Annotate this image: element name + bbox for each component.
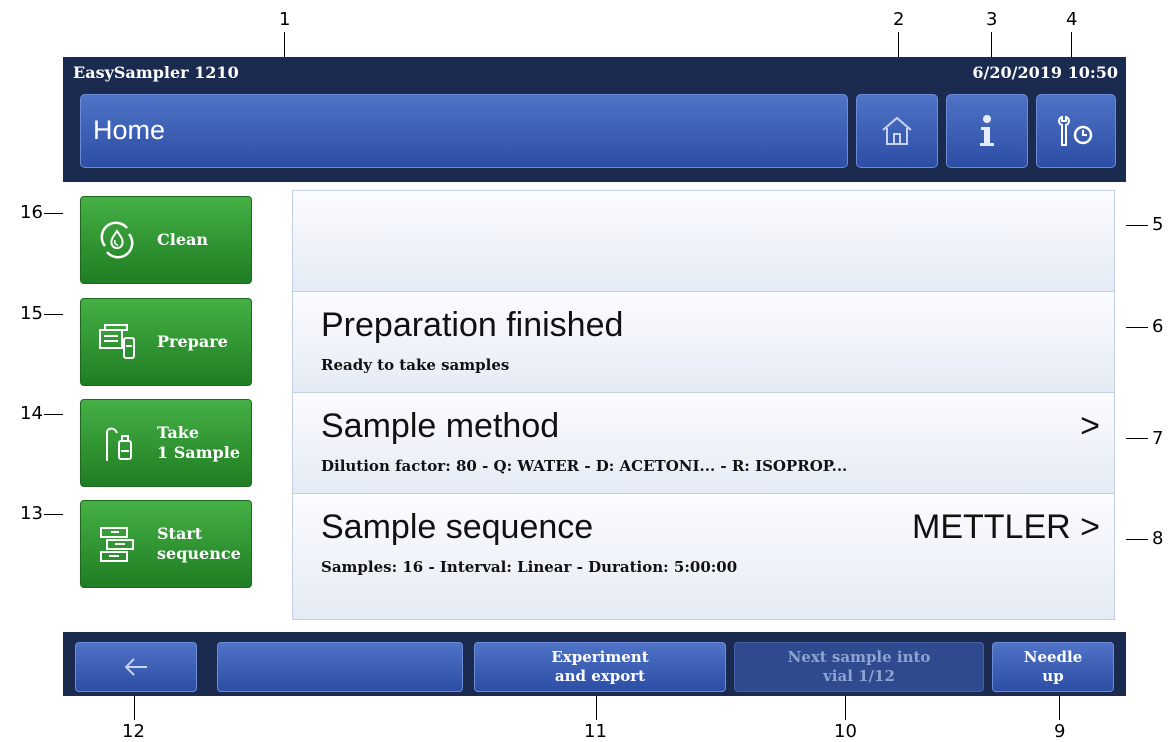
device-screen: EasySampler 1210 6/20/2019 10:50 Home Cl… — [63, 57, 1126, 696]
take-sample-icon — [106, 427, 132, 461]
experiment-export-button[interactable]: Experiment and export — [474, 642, 726, 692]
needle-line2: up — [1042, 667, 1064, 685]
sample-sequence-row[interactable]: Sample sequence METTLER > Samples: 16 - … — [293, 494, 1114, 619]
sample-sequence-value: METTLER > — [912, 508, 1100, 546]
next-line2: vial 1/12 — [823, 667, 895, 685]
arrow-left-icon — [124, 658, 147, 676]
info-panel: Preparation finished Ready to take sampl… — [292, 190, 1115, 620]
take-sample-line2: 1 Sample — [157, 443, 240, 462]
back-button[interactable] — [75, 642, 197, 692]
callout-4: 4 — [1066, 9, 1078, 30]
callout-12: 12 — [122, 721, 145, 742]
app-name: EasySampler 1210 — [73, 63, 239, 82]
clean-button[interactable]: Clean — [80, 196, 252, 284]
bottom-bar: Experiment and export Next sample into v… — [63, 632, 1126, 696]
sample-sequence-title: Sample sequence — [321, 508, 594, 546]
callout-2: 2 — [893, 9, 905, 30]
home-button[interactable] — [856, 94, 938, 168]
callout-1: 1 — [279, 9, 291, 30]
preparation-title: Preparation finished — [321, 306, 624, 344]
sample-sequence-details: Samples: 16 - Interval: Linear - Duratio… — [321, 558, 738, 576]
take-sample-button[interactable]: Take 1 Sample — [80, 399, 252, 487]
wrench-clock-icon — [1058, 115, 1093, 146]
prepare-icon — [99, 324, 135, 359]
take-sample-line1: Take — [157, 423, 200, 442]
take-sample-label: Take 1 Sample — [157, 423, 240, 463]
sample-method-title: Sample method — [321, 407, 560, 445]
prepare-button[interactable]: Prepare — [80, 298, 252, 386]
empty-button[interactable] — [217, 642, 463, 692]
callout-13: 13 — [20, 503, 43, 524]
page-title: Home — [93, 115, 166, 145]
needle-line1: Needle — [1023, 648, 1083, 666]
callout-7: 7 — [1152, 428, 1164, 449]
experiment-export-label: Experiment and export — [475, 648, 725, 686]
export-line2: and export — [554, 667, 646, 685]
prepare-label: Prepare — [157, 332, 228, 351]
info-button[interactable] — [946, 94, 1028, 168]
status-bar: EasySampler 1210 6/20/2019 10:50 — [63, 57, 1126, 89]
next-sample-button[interactable]: Next sample into vial 1/12 — [734, 642, 984, 692]
export-line1: Experiment — [551, 648, 649, 666]
chevron-right-icon: > — [1080, 407, 1100, 445]
callout-10: 10 — [834, 721, 857, 742]
callout-9: 9 — [1054, 721, 1066, 742]
preparation-row: Preparation finished Ready to take sampl… — [293, 292, 1114, 393]
main-content: Clean Prepare Take 1 Sample Start sequen… — [63, 182, 1126, 632]
settings-button[interactable] — [1036, 94, 1116, 168]
start-sequence-button[interactable]: Start sequence — [80, 500, 252, 588]
callout-6: 6 — [1152, 316, 1164, 337]
home-icon — [882, 116, 912, 145]
needle-up-label: Needle up — [993, 648, 1113, 686]
next-line1: Next sample into — [787, 648, 931, 666]
datetime: 6/20/2019 10:50 — [972, 63, 1118, 82]
sequence-icon — [100, 527, 134, 562]
callout-14: 14 — [20, 403, 43, 424]
callout-8: 8 — [1152, 528, 1164, 549]
clean-cycle-icon — [100, 221, 134, 259]
next-sample-label: Next sample into vial 1/12 — [735, 648, 983, 686]
sample-method-details: Dilution factor: 80 - Q: WATER - D: ACET… — [321, 457, 848, 475]
start-sequence-line2: sequence — [157, 544, 241, 563]
callout-15: 15 — [20, 303, 43, 324]
callout-11: 11 — [584, 721, 607, 742]
page-title-bar: Home — [80, 94, 848, 168]
status-message-row — [293, 191, 1114, 292]
start-sequence-line1: Start — [157, 524, 203, 543]
callout-5: 5 — [1152, 214, 1164, 235]
callout-3: 3 — [986, 9, 998, 30]
needle-up-button[interactable]: Needle up — [992, 642, 1114, 692]
clean-label: Clean — [157, 230, 208, 249]
start-sequence-label: Start sequence — [157, 524, 241, 564]
info-icon — [980, 115, 994, 146]
sample-method-row[interactable]: Sample method > Dilution factor: 80 - Q:… — [293, 393, 1114, 494]
callout-16: 16 — [20, 202, 43, 223]
preparation-subtitle: Ready to take samples — [321, 356, 510, 374]
